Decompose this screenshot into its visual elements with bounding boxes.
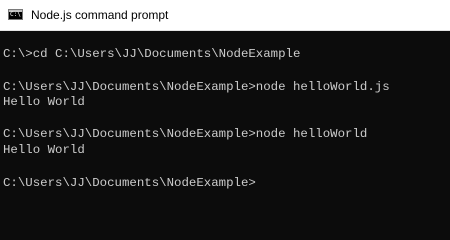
console-line-run-hello-world: C:\Users\JJ\Documents\NodeExample>node h… bbox=[3, 127, 368, 141]
console-output[interactable]: C:\>cd C:\Users\JJ\Documents\NodeExample… bbox=[0, 31, 450, 240]
command-prompt-icon[interactable]: C:\ bbox=[8, 9, 23, 20]
console-line-run-hello-world-js: C:\Users\JJ\Documents\NodeExample>node h… bbox=[3, 80, 390, 94]
icon-prompt-glyph: C:\ bbox=[10, 11, 21, 18]
console-line-output-2: Hello World bbox=[3, 143, 85, 157]
console-line-output-1: Hello World bbox=[3, 95, 85, 109]
window-title: Node.js command prompt bbox=[31, 8, 169, 22]
node-command-prompt-window: C:\ Node.js command prompt C:\>cd C:\Use… bbox=[0, 0, 450, 240]
console-current-prompt[interactable]: C:\Users\JJ\Documents\NodeExample> bbox=[3, 175, 256, 191]
console-line-cd-command: C:\>cd C:\Users\JJ\Documents\NodeExample bbox=[3, 47, 301, 61]
title-bar[interactable]: C:\ Node.js command prompt bbox=[0, 0, 450, 31]
